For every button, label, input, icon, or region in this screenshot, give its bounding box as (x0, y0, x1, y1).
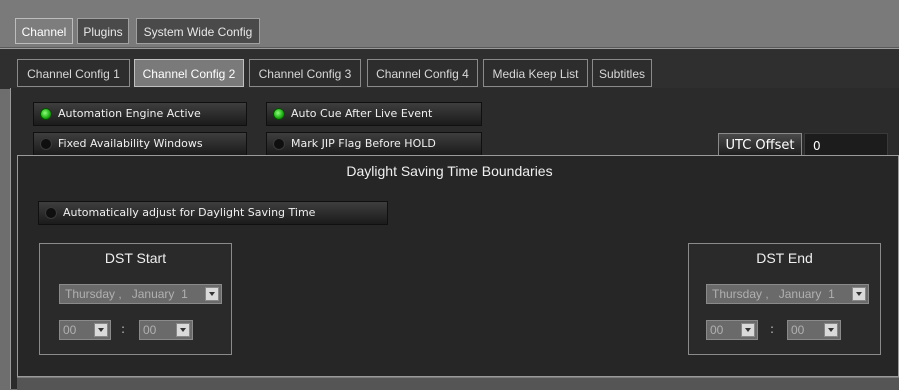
tab-system-wide-config[interactable]: System Wide Config (136, 18, 260, 44)
tab-media-keep-list[interactable]: Media Keep List (483, 59, 588, 87)
chevron-down-icon[interactable] (824, 323, 838, 337)
dst-start-date-select[interactable]: Thursday , January 1 (59, 284, 222, 304)
auto-adjust-dst-toggle[interactable]: Automatically adjust for Daylight Saving… (38, 201, 388, 225)
dst-end-month: January (778, 287, 822, 301)
dst-end-hour: 00 (710, 323, 724, 337)
dst-end-sep: , (765, 287, 769, 301)
dst-start-sep: , (118, 287, 122, 301)
tab-plugins[interactable]: Plugins (77, 18, 129, 44)
dst-start-hour: 00 (63, 323, 77, 337)
dst-start-hour-select[interactable]: 00 (59, 320, 111, 340)
led-on-icon (273, 108, 285, 120)
dst-start-day: Thursday (65, 287, 116, 301)
auto-adjust-dst-label: Automatically adjust for Daylight Saving… (63, 206, 316, 219)
led-off-icon (273, 138, 285, 150)
led-off-icon (45, 207, 57, 219)
tab-subtitles[interactable]: Subtitles (592, 59, 652, 87)
dst-start-minute-select[interactable]: 00 (139, 320, 193, 340)
tab-channel[interactable]: Channel (15, 18, 73, 44)
chevron-down-icon[interactable] (205, 287, 219, 301)
top-tab-bar: Channel Plugins System Wide Config (0, 0, 899, 48)
dst-end-title: DST End (756, 250, 813, 266)
dst-start-minute: 00 (143, 323, 157, 337)
auto-cue-label: Auto Cue After Live Event (291, 107, 433, 120)
automation-engine-label: Automation Engine Active (58, 107, 201, 120)
dst-end-minute: 00 (791, 323, 805, 337)
mark-jip-label: Mark JIP Flag Before HOLD (291, 137, 436, 150)
tab-channel-config-3[interactable]: Channel Config 3 (249, 59, 361, 87)
utc-offset-group: UTC Offset 0 (718, 133, 888, 157)
dst-end-date: 1 (828, 287, 835, 301)
dst-section-title: Daylight Saving Time Boundaries (346, 163, 553, 179)
dst-start-colon: : (121, 322, 126, 336)
sub-tab-bar: Channel Config 1 Channel Config 2 Channe… (0, 48, 899, 89)
led-off-icon (40, 138, 52, 150)
utc-offset-label: UTC Offset (718, 133, 802, 157)
led-on-icon (40, 108, 52, 120)
tab-channel-config-2[interactable]: Channel Config 2 (134, 59, 244, 87)
dst-start-date: 1 (181, 287, 188, 301)
tab-channel-config-4[interactable]: Channel Config 4 (367, 59, 478, 87)
chevron-down-icon[interactable] (852, 287, 866, 301)
chevron-down-icon[interactable] (176, 323, 190, 337)
auto-cue-toggle[interactable]: Auto Cue After Live Event (266, 102, 482, 126)
mark-jip-toggle[interactable]: Mark JIP Flag Before HOLD (266, 132, 482, 156)
chevron-down-icon[interactable] (741, 323, 755, 337)
dst-end-day: Thursday (712, 287, 763, 301)
dst-start-month: January (131, 287, 175, 301)
utc-offset-input[interactable]: 0 (804, 133, 888, 157)
fixed-windows-toggle[interactable]: Fixed Availability Windows (33, 132, 247, 156)
dst-start-title: DST Start (104, 250, 167, 266)
bottom-scrollbar[interactable] (17, 377, 899, 390)
dst-end-hour-select[interactable]: 00 (706, 320, 758, 340)
dst-end-date-select[interactable]: Thursday , January 1 (706, 284, 869, 304)
fixed-windows-label: Fixed Availability Windows (58, 137, 203, 150)
tab-channel-config-1[interactable]: Channel Config 1 (17, 59, 130, 87)
chevron-down-icon[interactable] (94, 323, 108, 337)
dst-end-minute-select[interactable]: 00 (787, 320, 841, 340)
automation-engine-toggle[interactable]: Automation Engine Active (33, 102, 247, 126)
dst-end-colon: : (770, 322, 775, 336)
